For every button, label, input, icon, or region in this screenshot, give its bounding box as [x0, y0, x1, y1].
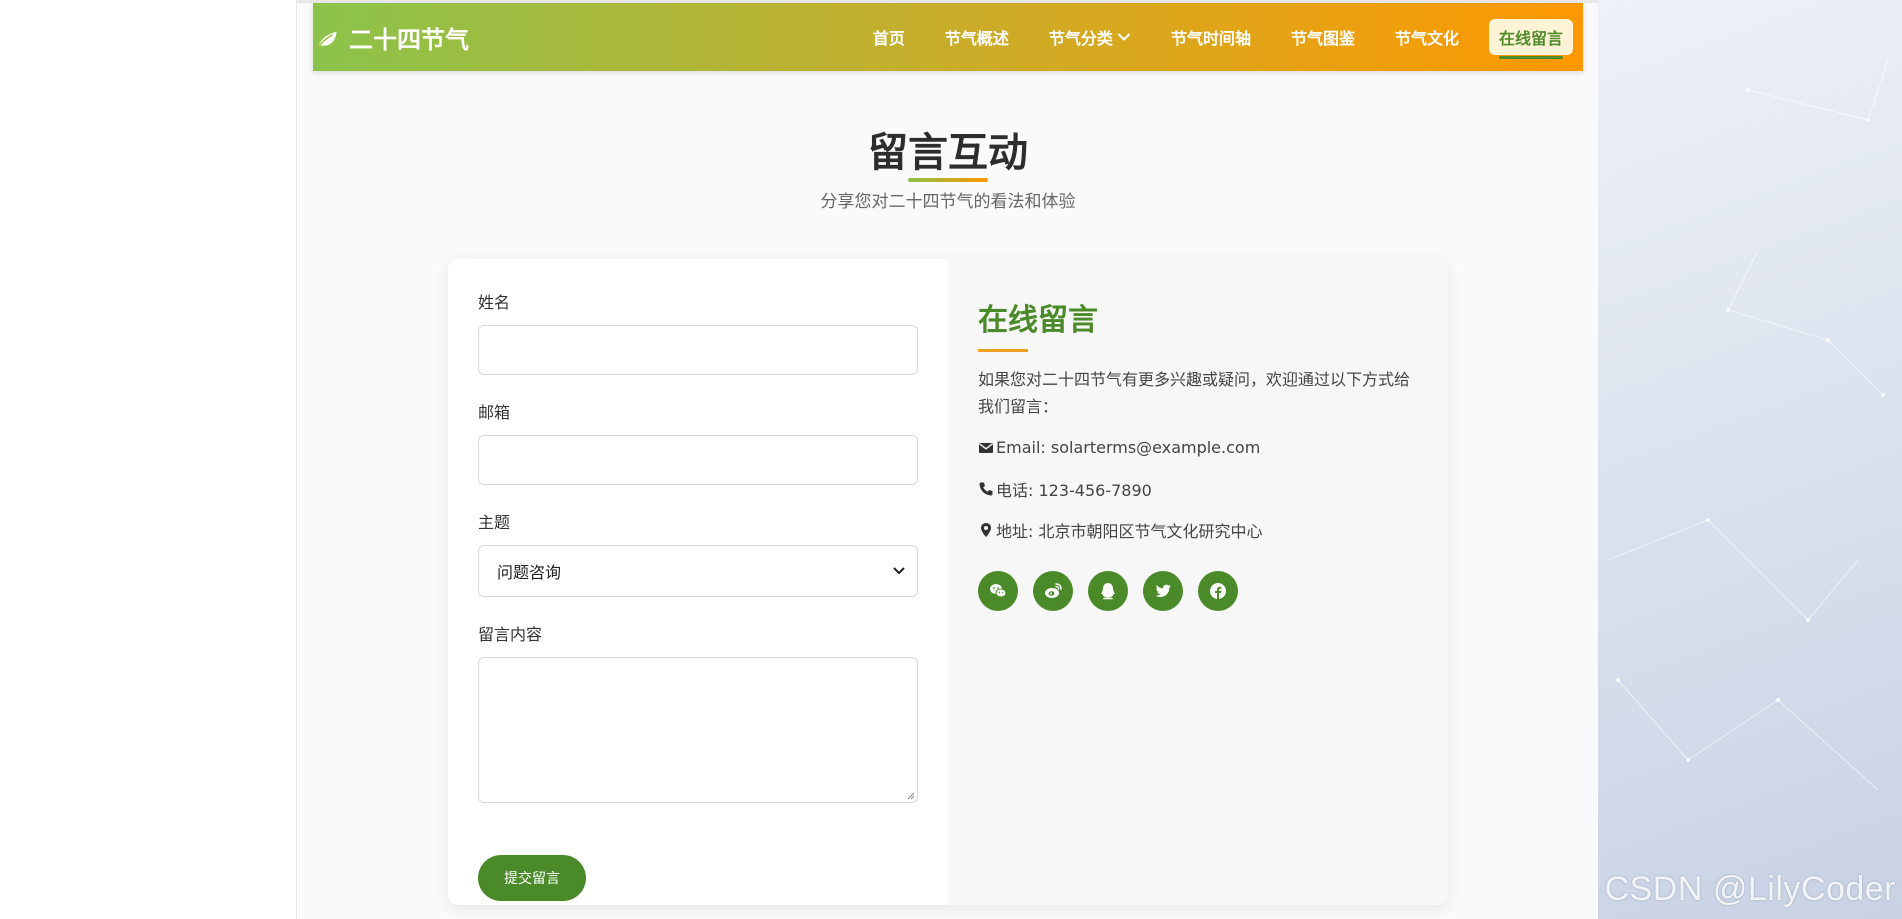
weibo-icon: [1045, 583, 1062, 598]
top-navbar: 二十四节气 首页 节气概述 节气分类 节气时间轴 节气图鉴 节气文化 在线留言: [313, 3, 1583, 71]
section-title: 留言互动: [868, 130, 1028, 176]
facebook-button[interactable]: [1198, 571, 1238, 611]
nav-item-label: 节气图鉴: [1290, 29, 1355, 48]
left-blank-area: [0, 0, 297, 919]
contact-email-text: Email: solarterms@example.com: [996, 438, 1261, 457]
email-input[interactable]: [478, 435, 918, 485]
resize-grip-icon[interactable]: [905, 790, 915, 800]
leaf-icon: [317, 31, 337, 48]
message-label: 留言内容: [478, 625, 543, 644]
twitter-button[interactable]: [1143, 571, 1183, 611]
title-underline: [908, 178, 988, 182]
nav-item-categories-dropdown[interactable]: 节气分类: [1039, 19, 1141, 55]
contact-email: Email: solarterms@example.com: [978, 434, 1418, 461]
nav-item-label: 节气时间轴: [1170, 29, 1251, 48]
subject-select[interactable]: 问题咨询: [478, 545, 918, 597]
qq-icon: [1101, 583, 1115, 600]
subject-selected-value: 问题咨询: [497, 563, 562, 582]
contact-card: 姓名 邮箱 主题 问题咨询 留言内容 提交留言 在线留言 如果您对二十四节气有更…: [448, 259, 1448, 905]
chevron-down-icon: [1117, 33, 1130, 41]
nav-item-guestbook[interactable]: 在线留言: [1488, 19, 1573, 59]
email-field-group: 邮箱: [478, 399, 918, 485]
facebook-icon: [1210, 583, 1226, 599]
brand[interactable]: 二十四节气: [313, 3, 469, 71]
name-label: 姓名: [478, 293, 511, 312]
name-input[interactable]: [478, 325, 918, 375]
message-form: 姓名 邮箱 主题 问题咨询 留言内容 提交留言: [448, 259, 948, 905]
nav-item-label: 在线留言: [1498, 29, 1563, 48]
contact-phone-text: 电话: 123-456-7890: [996, 480, 1152, 500]
nav-item-overview[interactable]: 节气概述: [935, 19, 1019, 55]
nav-item-label: 首页: [872, 29, 905, 48]
chevron-down-icon: [893, 567, 905, 574]
envelope-icon: [979, 442, 993, 453]
message-field-group: 留言内容: [478, 621, 918, 803]
wechat-icon: [990, 584, 1007, 598]
subject-field-group: 主题 问题咨询: [478, 509, 918, 597]
contact-phone: 电话: 123-456-7890: [978, 475, 1418, 502]
info-title: 在线留言: [978, 303, 1098, 338]
nav-item-culture[interactable]: 节气文化: [1385, 19, 1469, 55]
email-label: 邮箱: [478, 403, 511, 422]
watermark-text: CSDN @LilyCoder: [1604, 870, 1896, 908]
weibo-button[interactable]: [1033, 571, 1073, 611]
contact-info-panel: 在线留言 如果您对二十四节气有更多兴趣或疑问，欢迎通过以下方式给我们留言： Em…: [948, 259, 1448, 905]
brand-title: 二十四节气: [349, 25, 469, 54]
nav-links: 首页 节气概述 节气分类 节气时间轴 节气图鉴 节气文化 在线留言: [843, 3, 1573, 71]
phone-icon: [979, 482, 993, 495]
name-field-group: 姓名: [478, 289, 918, 375]
info-title-underline: [978, 349, 1028, 352]
subject-label: 主题: [478, 513, 511, 532]
message-textarea[interactable]: [478, 657, 918, 803]
right-decorative-background: CSDN @LilyCoder: [1598, 0, 1902, 919]
twitter-icon: [1155, 584, 1171, 597]
nav-item-timeline[interactable]: 节气时间轴: [1161, 19, 1261, 55]
wechat-button[interactable]: [978, 571, 1018, 611]
qq-button[interactable]: [1088, 571, 1128, 611]
nav-item-label: 节气概述: [944, 29, 1009, 48]
contact-address-text: 地址: 北京市朝阳区节气文化研究中心: [996, 521, 1263, 541]
page-container: 二十四节气 首页 节气概述 节气分类 节气时间轴 节气图鉴 节气文化 在线留言 …: [298, 3, 1598, 919]
network-lines-decoration: [1607, 59, 1889, 791]
social-links: [978, 571, 1418, 611]
info-description: 如果您对二十四节气有更多兴趣或疑问，欢迎通过以下方式给我们留言：: [978, 370, 1411, 416]
nav-item-label: 节气分类: [1048, 29, 1113, 48]
nav-item-home[interactable]: 首页: [863, 19, 915, 55]
nav-item-gallery[interactable]: 节气图鉴: [1281, 19, 1365, 55]
submit-button[interactable]: 提交留言: [478, 855, 586, 901]
section-subtitle: 分享您对二十四节气的看法和体验: [820, 192, 1076, 212]
nav-item-label: 节气文化: [1394, 29, 1459, 48]
contact-address: 地址: 北京市朝阳区节气文化研究中心: [978, 516, 1418, 543]
map-pin-icon: [981, 522, 991, 537]
